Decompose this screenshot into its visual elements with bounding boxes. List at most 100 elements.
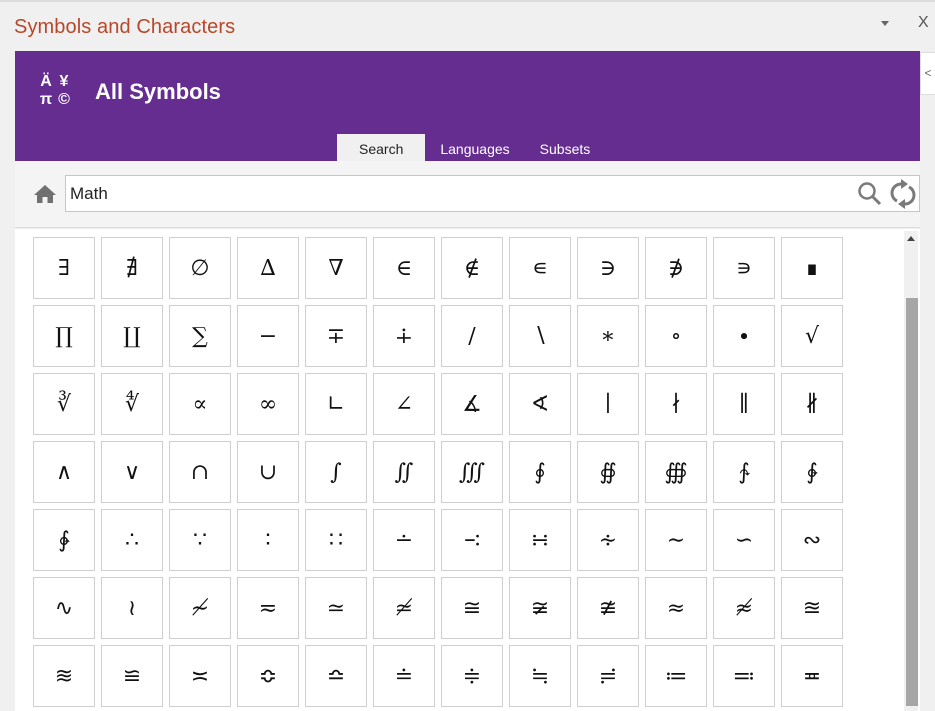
symbol-cell[interactable]: − [237,305,299,367]
symbol-cell[interactable]: ≉ [713,577,775,639]
symbol-cell[interactable]: ∡ [441,373,503,435]
symbol-cell[interactable]: ∌ [645,237,707,299]
symbol-cell[interactable]: ∃ [33,237,95,299]
symbol-cell[interactable]: ≐ [373,645,435,707]
symbol-cell[interactable]: ≌ [101,645,163,707]
symbol-cell[interactable]: ∳ [33,509,95,571]
page-title: All Symbols [95,79,221,104]
symbol-cell[interactable]: ∐ [101,305,163,367]
symbol-cell[interactable]: ∏ [33,305,95,367]
refresh-icon[interactable] [889,179,917,209]
symbol-cell[interactable]: ≀ [101,577,163,639]
symbol-cell[interactable]: ∥ [713,373,775,435]
symbol-cell[interactable]: √ [781,305,843,367]
symbol-cell[interactable]: ∺ [509,509,571,571]
symbol-cell[interactable]: ∩ [169,441,231,503]
symbol-cell[interactable]: ≖ [781,645,843,707]
logo-glyph: © [58,91,70,108]
symbol-cell[interactable]: ∿ [33,577,95,639]
symbol-cell[interactable]: ∣ [577,373,639,435]
symbol-cell[interactable]: ≂ [237,577,299,639]
symbol-cell[interactable]: ∜ [101,373,163,435]
symbol-cell[interactable]: ≈ [645,577,707,639]
scroll-thumb[interactable] [906,298,918,706]
symbol-cell[interactable]: ∦ [781,373,843,435]
symbol-cell[interactable]: ∵ [169,509,231,571]
symbol-cell[interactable]: ∎ [781,237,843,299]
symbol-cell[interactable]: ≇ [577,577,639,639]
symbol-cell[interactable]: ∝ [169,373,231,435]
symbol-cell[interactable]: ∲ [781,441,843,503]
symbol-cell[interactable]: ≓ [577,645,639,707]
symbol-cell[interactable]: ∕ [441,305,503,367]
symbol-cell[interactable]: ≏ [305,645,367,707]
symbol-cell[interactable]: ∪ [237,441,299,503]
symbol-cell[interactable]: ∅ [169,237,231,299]
symbol-cell[interactable]: ≕ [713,645,775,707]
close-pane-button[interactable]: X [918,14,929,32]
symbol-cell[interactable]: ≆ [509,577,571,639]
symbol-cell[interactable]: ∘ [645,305,707,367]
symbol-cell[interactable]: ≍ [169,645,231,707]
symbol-cell[interactable]: ∢ [509,373,571,435]
symbol-cell[interactable]: ≎ [237,645,299,707]
symbol-cell[interactable]: ∠ [373,373,435,435]
home-icon[interactable] [33,184,57,204]
symbol-cell[interactable]: ∯ [577,441,639,503]
scroll-up-arrow-icon[interactable] [907,236,915,241]
symbol-cell[interactable]: ≑ [441,645,503,707]
symbol-cell[interactable]: ≒ [509,645,571,707]
symbol-cell[interactable]: ∶ [237,509,299,571]
vertical-scrollbar[interactable] [904,231,918,711]
symbol-cell[interactable]: ∸ [373,509,435,571]
symbol-cell[interactable]: ∧ [33,441,95,503]
symbol-cell[interactable]: ≃ [305,577,367,639]
symbol-cell[interactable]: ∴ [101,509,163,571]
symbol-cell[interactable]: ≄ [373,577,435,639]
symbol-cell[interactable]: ≊ [781,577,843,639]
symbol-cell[interactable]: ≅ [441,577,503,639]
symbol-cell[interactable]: ∙ [713,305,775,367]
symbol-cell[interactable]: ∮ [509,441,571,503]
symbol-cell[interactable]: ∹ [441,509,503,571]
tab-languages[interactable]: Languages [425,134,524,161]
pane-options-dropdown-icon[interactable] [878,16,892,30]
symbol-cell[interactable]: ∱ [713,441,775,503]
symbol-cell[interactable]: ∻ [577,509,639,571]
collapse-panel-button[interactable]: < [920,52,935,95]
symbol-cell[interactable]: ∆ [237,237,299,299]
symbol-cell[interactable]: ∋ [577,237,639,299]
symbol-cell[interactable]: ∛ [33,373,95,435]
symbol-cell[interactable]: ∍ [713,237,775,299]
symbol-cell[interactable]: ∖ [509,305,571,367]
symbol-cell[interactable]: ∊ [509,237,571,299]
symbol-cell[interactable]: ∑ [169,305,231,367]
symbol-cell[interactable]: ∔ [373,305,435,367]
symbol-cell[interactable]: ∇ [305,237,367,299]
symbol-cell[interactable]: ∓ [305,305,367,367]
symbol-cell[interactable]: ∰ [645,441,707,503]
symbol-cell[interactable]: ∨ [101,441,163,503]
symbol-cell[interactable]: ∤ [645,373,707,435]
symbol-cell[interactable]: ∬ [373,441,435,503]
symbol-cell[interactable]: ≁ [169,577,231,639]
symbol-cell[interactable]: ∫ [305,441,367,503]
symbol-cell[interactable]: ∭ [441,441,503,503]
symbol-cell[interactable]: ∄ [101,237,163,299]
symbol-cell[interactable]: ∈ [373,237,435,299]
symbol-cell[interactable]: ∟ [305,373,367,435]
search-input[interactable] [65,175,920,212]
symbol-cell[interactable]: ∽ [713,509,775,571]
symbol-cell[interactable]: ∗ [577,305,639,367]
tab-search[interactable]: Search [337,134,426,161]
symbol-cell[interactable]: ∷ [305,509,367,571]
symbol-cell[interactable]: ∞ [237,373,299,435]
tab-subsets[interactable]: Subsets [525,134,606,161]
symbol-cell[interactable]: ≋ [33,645,95,707]
search-icon[interactable] [857,181,883,207]
symbol-cell[interactable]: ∼ [645,509,707,571]
tab-bar: Search Languages Subsets [337,134,605,161]
symbol-cell[interactable]: ≔ [645,645,707,707]
symbol-cell[interactable]: ∾ [781,509,843,571]
symbol-cell[interactable]: ∉ [441,237,503,299]
